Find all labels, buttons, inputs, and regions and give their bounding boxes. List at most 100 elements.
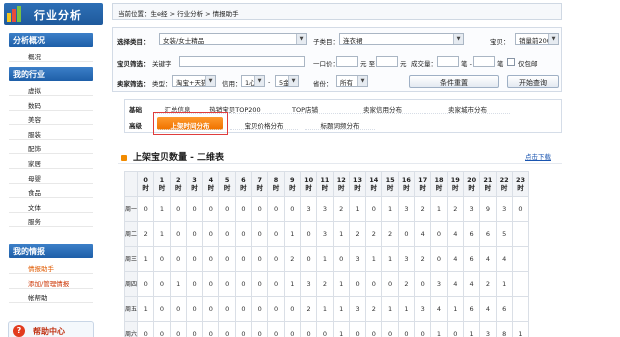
province-select[interactable]: 所有 ▼	[336, 75, 368, 87]
sidebar-item[interactable]: 家居	[9, 155, 93, 169]
count-cell: 0	[365, 196, 383, 222]
sidebar-item[interactable]: 数码	[9, 96, 93, 111]
count-cell: 0	[169, 321, 187, 337]
free-shipping-checkbox[interactable]	[507, 58, 515, 66]
count-cell: 0	[414, 321, 432, 337]
category-select[interactable]: 女装/女士精品 ▼	[159, 33, 307, 45]
count-cell: 8	[495, 321, 513, 337]
count-cell: 0	[267, 296, 285, 322]
reset-button[interactable]: 条件重置	[409, 75, 499, 88]
tab-basic[interactable]: 卖家城市分布	[425, 101, 510, 114]
count-cell: 6	[462, 246, 481, 272]
count-cell: 5	[495, 221, 513, 247]
count-cell: 0	[251, 246, 269, 272]
sidebar-section-header[interactable]: 分析概况	[9, 33, 93, 47]
hour-unit: 时	[256, 184, 263, 192]
count-cell: 0	[202, 321, 220, 337]
count-cell: 1	[348, 196, 367, 222]
chevron-down-icon: ▼	[296, 34, 306, 44]
price-max-input[interactable]	[376, 56, 398, 67]
hour-header: 15 时	[381, 171, 399, 197]
count-cell: 0	[202, 296, 220, 322]
sidebar-item[interactable]: 帐帮助	[9, 289, 93, 304]
count-cell: 1	[169, 271, 187, 297]
price-min-input[interactable]	[336, 56, 358, 67]
count-cell: 6	[462, 221, 481, 247]
count-cell: 1	[381, 246, 399, 272]
tab-advanced[interactable]: 标题词频分布	[305, 117, 375, 130]
sidebar-item[interactable]: 情报助手	[9, 260, 93, 274]
credit-max-select[interactable]: 5金 ▼	[275, 75, 299, 87]
sidebar-item[interactable]: 服务	[9, 213, 93, 228]
count-cell: 3	[316, 196, 334, 222]
count-cell: 0	[218, 196, 236, 222]
sidebar-item[interactable]: 配饰	[9, 140, 93, 155]
count-cell: 3	[316, 221, 334, 247]
count-cell: 0	[348, 321, 367, 337]
deal-max-input[interactable]	[473, 56, 495, 67]
sidebar-item[interactable]: 添加/管理情报	[9, 274, 93, 289]
tab-basic[interactable]: TOP店铺	[270, 101, 340, 114]
sidebar-section-header[interactable]: 我的情报	[9, 244, 93, 258]
hour-number: 17	[418, 176, 428, 184]
hour-unit: 时	[517, 184, 524, 192]
count-cell: 0	[218, 296, 236, 322]
deal-min-input[interactable]	[437, 56, 459, 67]
hour-header: 13 时	[348, 171, 367, 197]
sidebar-item[interactable]: 服装	[9, 125, 93, 140]
sidebar-item[interactable]: 概况	[9, 48, 93, 62]
count-cell: 0	[299, 321, 318, 337]
deal-unit-label: 笔	[497, 60, 504, 68]
count-cell: 4	[495, 246, 513, 272]
count-cell: 6	[479, 221, 497, 247]
hour-number: 2	[175, 176, 181, 184]
app-logo: 行业分析	[4, 3, 103, 25]
count-cell: 0	[185, 196, 204, 222]
sidebar-item[interactable]: 美容	[9, 111, 93, 126]
count-cell: 3	[430, 271, 448, 297]
type-select[interactable]: 淘宝+天猫 ▼	[172, 75, 216, 87]
keyword-input[interactable]	[179, 56, 305, 67]
credit-min-select[interactable]: 1心 ▼	[241, 75, 265, 87]
count-cell: 1	[153, 196, 171, 222]
hour-number: 7	[257, 176, 262, 184]
hour-header: 1时	[153, 171, 171, 197]
sidebar-item[interactable]: 文体	[9, 198, 93, 213]
count-cell: 2	[365, 221, 383, 247]
item-filter-select[interactable]: 销量前200 ▼	[515, 33, 559, 45]
hour-number: 5	[224, 176, 230, 184]
help-center-button[interactable]: ? 帮助中心	[8, 321, 94, 337]
hour-unit: 时	[240, 184, 247, 192]
count-cell	[511, 221, 530, 247]
price-unit-label: 元	[400, 60, 407, 68]
count-cell: 0	[299, 221, 318, 247]
hour-header: 2时	[169, 171, 187, 197]
query-button[interactable]: 开始查询	[507, 75, 559, 88]
table-row: 周四 0 0 1 0 0 0 0 0 0 1 3 2 1 0 0 0 2 0 3 4 4 2 1	[124, 271, 530, 297]
count-cell: 0	[234, 271, 253, 297]
count-cell: 1	[430, 321, 448, 337]
deal-label: 成交量：	[411, 60, 437, 68]
sidebar-item[interactable]: 食品	[9, 184, 93, 199]
count-cell: 1	[381, 296, 399, 322]
hour-number: 6	[241, 176, 246, 184]
sidebar-item[interactable]: 虚拟	[9, 82, 93, 96]
count-cell: 0	[397, 321, 416, 337]
hour-number: 9	[290, 176, 295, 184]
tab-advanced[interactable]: 宝贝价格分布	[230, 117, 298, 130]
tab-basic[interactable]: 卖家信用分布	[340, 101, 425, 114]
count-cell: 1	[283, 221, 301, 247]
hour-unit: 时	[305, 184, 312, 192]
sidebar-section-header[interactable]: 我的行业	[9, 67, 93, 81]
count-cell: 0	[430, 221, 448, 247]
count-cell: 1	[332, 296, 350, 322]
credit-label: 信用：	[222, 80, 242, 88]
count-cell: 0	[430, 246, 448, 272]
download-link[interactable]: 点击下载	[525, 151, 551, 161]
subcategory-select[interactable]: 连衣裙 ▼	[339, 33, 464, 45]
price-to-label: 元 至	[360, 60, 376, 68]
count-cell: 3	[299, 196, 318, 222]
free-shipping-label: 仅包邮	[518, 60, 538, 68]
count-cell: 2	[136, 221, 155, 247]
sidebar-item[interactable]: 母婴	[9, 169, 93, 184]
